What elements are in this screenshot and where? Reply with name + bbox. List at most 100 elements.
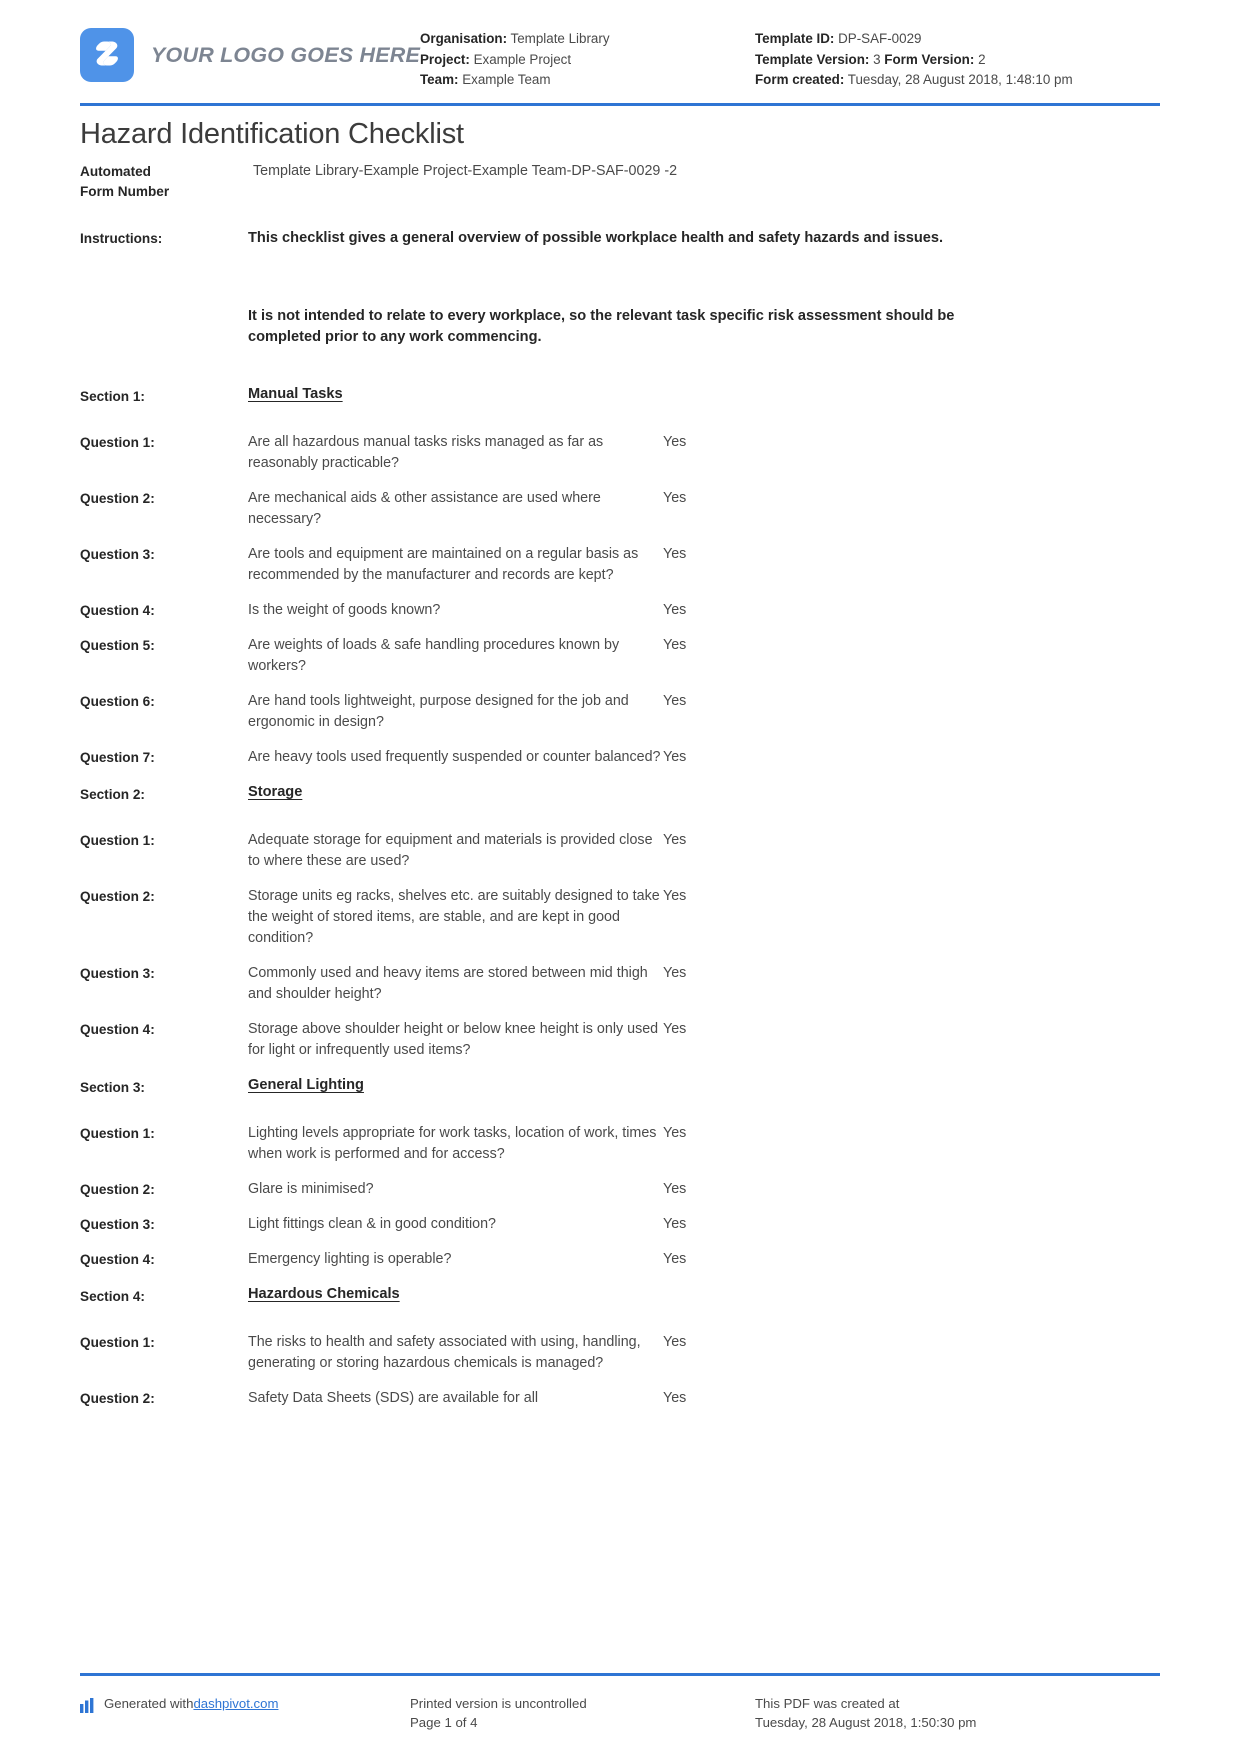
question-label: Question 4: <box>80 1252 155 1267</box>
question-row: Question 6: Are hand tools lightweight, p… <box>80 691 1160 733</box>
automated-form-number-label-line1: Automated <box>80 164 151 179</box>
header-meta-right: Template ID: DP-SAF-0029 Template Versio… <box>755 20 1160 91</box>
question-text: The risks to health and safety associate… <box>248 1334 641 1371</box>
question-answer: Yes <box>663 1390 687 1406</box>
question-row: Question 4: Emergency lighting is operabl… <box>80 1249 1160 1270</box>
question-answer: Yes <box>663 1251 687 1267</box>
instructions-label-empty <box>80 306 248 307</box>
question-label: Question 5: <box>80 638 155 653</box>
meta-form-version-label: Form Version: <box>884 51 975 67</box>
header-divider <box>80 103 1160 106</box>
question-text: Glare is minimised? <box>248 1181 374 1197</box>
section-label: Section 1: <box>80 389 145 404</box>
question-answer: Yes <box>663 1181 687 1197</box>
question-row: Question 1: The risks to health and safet… <box>80 1332 1160 1374</box>
question-text: Are heavy tools used frequently suspende… <box>248 749 661 765</box>
question-label: Question 7: <box>80 750 155 765</box>
dashpivot-link[interactable]: dashpivot.com <box>193 1694 278 1713</box>
automated-form-number-row: Automated Form Number Template Library-E… <box>80 161 1160 202</box>
meta-form-created: Form created: Tuesday, 28 August 2018, 1… <box>755 70 1160 91</box>
section-header-row: Section 1: Manual Tasks <box>80 386 1160 407</box>
footer-pdf-created-timestamp: Tuesday, 28 August 2018, 1:50:30 pm <box>755 1715 977 1730</box>
question-label: Question 2: <box>80 889 155 904</box>
bar-chart-icon <box>80 1698 97 1713</box>
sections-container: Section 1: Manual Tasks Question 1: Are all… <box>80 386 1160 1409</box>
document-page: YOUR LOGO GOES HERE Organisation: Templa… <box>0 0 1240 1754</box>
footer-pdf-created: This PDF was created at Tuesday, 28 Augu… <box>755 1694 1160 1732</box>
question-text: Commonly used and heavy items are stored… <box>248 965 648 1002</box>
question-label: Question 2: <box>80 1182 155 1197</box>
question-answer: Yes <box>663 693 687 709</box>
question-row: Question 1: Adequate storage for equipmen… <box>80 830 1160 872</box>
question-text: Storage above shoulder height or below k… <box>248 1021 659 1058</box>
section-label: Section 2: <box>80 787 145 802</box>
question-text: Adequate storage for equipment and mater… <box>248 832 653 869</box>
instructions-spacer <box>80 249 1160 306</box>
question-row: Question 3: Light fittings clean & in goo… <box>80 1214 1160 1235</box>
meta-form-created-value: Tuesday, 28 August 2018, 1:48:10 pm <box>847 72 1073 87</box>
question-row: Question 7: Are heavy tools used frequent… <box>80 747 1160 768</box>
dashpivot-s-logo-icon <box>80 28 134 82</box>
meta-organisation: Organisation: Template Library <box>420 29 755 50</box>
question-answer: Yes <box>663 888 687 904</box>
question-row: Question 3: Commonly used and heavy items… <box>80 963 1160 1005</box>
question-row: Question 2: Are mechanical aids & other a… <box>80 488 1160 530</box>
question-row: Question 2: Safety Data Sheets (SDS) are … <box>80 1388 1160 1409</box>
logo-text: YOUR LOGO GOES HERE <box>151 42 421 67</box>
header-meta-left: Organisation: Template Library Project: … <box>420 20 755 91</box>
document-footer: Generated with dashpivot.com Printed ver… <box>80 1694 1160 1732</box>
meta-form-created-label: Form created: <box>755 72 845 87</box>
question-label: Question 1: <box>80 1335 155 1350</box>
meta-project-label: Project: <box>420 51 470 67</box>
question-text: Light fittings clean & in good condition… <box>248 1216 496 1232</box>
question-answer: Yes <box>663 1125 687 1141</box>
question-text: Safety Data Sheets (SDS) are available f… <box>248 1390 539 1406</box>
meta-team-value: Example Team <box>462 72 551 87</box>
question-label: Question 3: <box>80 1217 155 1232</box>
meta-project-value: Example Project <box>473 51 572 67</box>
section-title: General Lighting <box>248 1077 364 1093</box>
question-text: Are hand tools lightweight, purpose desi… <box>248 693 629 730</box>
section-label: Section 3: <box>80 1080 145 1095</box>
automated-form-number-label-line2: Form Number <box>80 184 170 199</box>
footer-divider <box>80 1673 1160 1676</box>
question-label: Question 1: <box>80 1126 155 1141</box>
instructions-paragraph-2: It is not intended to relate to every wo… <box>248 308 955 345</box>
page-title: Hazard Identification Checklist <box>80 118 464 150</box>
question-answer: Yes <box>663 1216 687 1232</box>
question-label: Question 2: <box>80 1391 155 1406</box>
document-header: YOUR LOGO GOES HERE Organisation: Templa… <box>0 0 1240 100</box>
meta-template-id-label: Template ID: <box>755 31 835 46</box>
section-title: Manual Tasks <box>248 386 343 402</box>
logo-block: YOUR LOGO GOES HERE <box>80 20 420 82</box>
instructions-row-1: Instructions: This checklist gives a gen… <box>80 228 1160 249</box>
question-text: Lighting levels appropriate for work tas… <box>248 1125 657 1162</box>
footer-generated-prefix: Generated with <box>104 1696 194 1711</box>
question-text: Are mechanical aids & other assistance a… <box>248 490 601 527</box>
question-answer: Yes <box>663 546 687 562</box>
question-label: Question 3: <box>80 547 155 562</box>
meta-template-version-label: Template Version: <box>755 51 870 67</box>
section-header-row: Section 2: Storage <box>80 784 1160 805</box>
question-text: Is the weight of goods known? <box>248 602 441 618</box>
meta-versions: Template Version: 3 Form Version: 2 <box>755 50 1160 71</box>
question-answer: Yes <box>663 434 687 450</box>
question-row: Question 2: Glare is minimised? Yes <box>80 1179 1160 1200</box>
question-label: Question 6: <box>80 694 155 709</box>
footer-pdf-created-label: This PDF was created at <box>755 1696 900 1711</box>
section-title: Hazardous Chemicals <box>248 1286 400 1302</box>
meta-form-version-value: 2 <box>978 51 986 67</box>
instructions-row-2: It is not intended to relate to every wo… <box>80 306 1160 348</box>
meta-template-version-value: 3 <box>873 51 881 67</box>
meta-team-label: Team: <box>420 72 459 87</box>
question-answer: Yes <box>663 490 687 506</box>
section-label: Section 4: <box>80 1289 145 1304</box>
question-text: Storage units eg racks, shelves etc. are… <box>248 888 660 946</box>
question-row: Question 5: Are weights of loads & safe h… <box>80 635 1160 677</box>
question-label: Question 1: <box>80 833 155 848</box>
question-label: Question 3: <box>80 966 155 981</box>
question-row: Question 1: Lighting levels appropriate f… <box>80 1123 1160 1165</box>
meta-template-id-value: DP-SAF-0029 <box>838 31 922 46</box>
question-answer: Yes <box>663 965 687 981</box>
question-label: Question 4: <box>80 603 155 618</box>
